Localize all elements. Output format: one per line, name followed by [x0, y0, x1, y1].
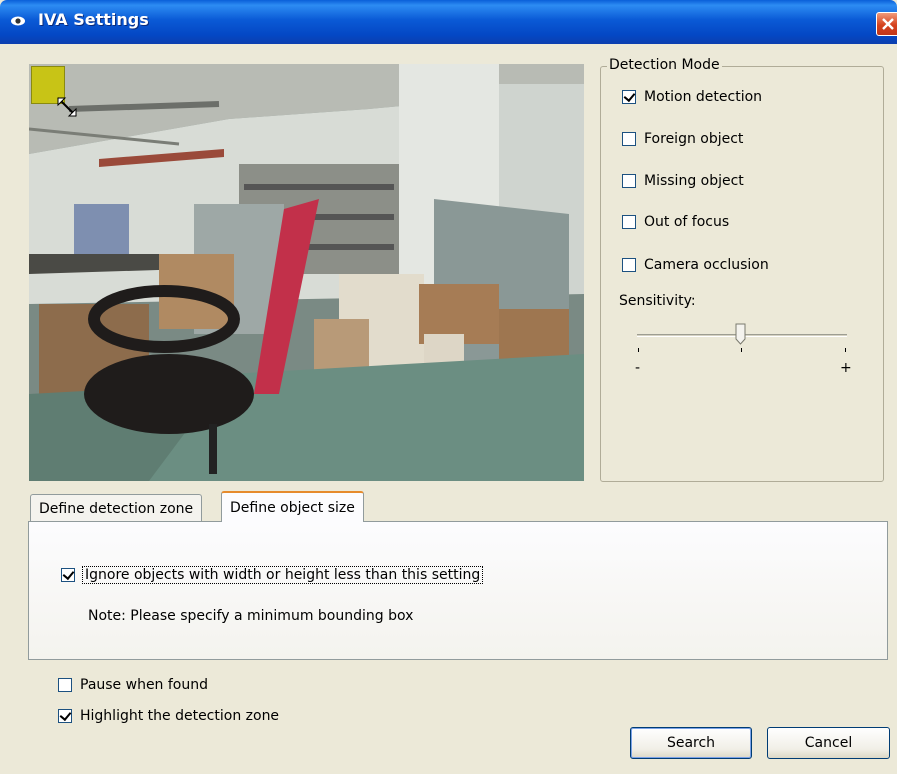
sensitivity-min-label: - — [635, 360, 641, 376]
pause-when-found-option[interactable]: Pause when found — [58, 677, 208, 693]
cancel-button-label: Cancel — [804, 735, 853, 751]
tab-define-object-size-label: Define object size — [230, 499, 355, 516]
pause-when-found-label: Pause when found — [80, 677, 209, 693]
highlight-zone-option[interactable]: Highlight the detection zone — [58, 708, 279, 724]
ignore-objects-checkbox[interactable] — [61, 568, 75, 582]
camera-occlusion-label: Camera occlusion — [644, 257, 769, 273]
pause-when-found-checkbox[interactable] — [58, 678, 72, 692]
bounding-box-note: Note: Please specify a minimum bounding … — [88, 608, 414, 624]
slider-tick-max — [845, 348, 846, 352]
out-of-focus-label: Out of focus — [644, 214, 730, 230]
slider-tick-mid — [741, 348, 742, 352]
close-button[interactable] — [876, 12, 897, 36]
camera-occlusion-checkbox[interactable] — [622, 258, 636, 272]
close-icon — [882, 18, 894, 30]
out-of-focus-checkbox[interactable] — [622, 215, 636, 229]
foreign-object-option[interactable]: Foreign object — [622, 131, 743, 147]
search-button-label: Search — [666, 735, 716, 751]
sensitivity-label: Sensitivity: — [619, 293, 696, 309]
search-button[interactable]: Search — [630, 727, 752, 759]
camera-preview[interactable] — [29, 64, 584, 481]
missing-object-label: Missing object — [644, 173, 744, 189]
cancel-button[interactable]: Cancel — [767, 727, 890, 759]
title-bar[interactable]: IVA Settings — [0, 0, 897, 44]
tab-define-object-size[interactable]: Define object size — [221, 491, 364, 522]
missing-object-checkbox[interactable] — [622, 174, 636, 188]
resize-icon[interactable] — [56, 96, 78, 118]
missing-object-option[interactable]: Missing object — [622, 173, 744, 189]
sensitivity-slider-thumb[interactable] — [735, 323, 746, 345]
highlight-zone-label: Highlight the detection zone — [80, 708, 280, 724]
out-of-focus-option[interactable]: Out of focus — [622, 214, 729, 230]
highlight-zone-checkbox[interactable] — [58, 709, 72, 723]
slider-tick-min — [638, 348, 639, 352]
foreign-object-label: Foreign object — [644, 131, 744, 147]
object-size-panel — [28, 521, 888, 660]
motion-detection-checkbox[interactable] — [622, 90, 636, 104]
foreign-object-checkbox[interactable] — [622, 132, 636, 146]
motion-detection-option[interactable]: Motion detection — [622, 89, 762, 105]
detection-mode-group: Detection Mode — [600, 57, 884, 482]
tab-define-detection-zone-label: Define detection zone — [39, 500, 194, 517]
ignore-objects-label: Ignore objects with width or height less… — [81, 566, 484, 584]
camera-image — [29, 64, 584, 481]
detection-mode-legend: Detection Mode — [607, 57, 722, 73]
motion-detection-label: Motion detection — [644, 89, 763, 105]
camera-occlusion-option[interactable]: Camera occlusion — [622, 257, 769, 273]
tab-define-detection-zone[interactable]: Define detection zone — [30, 494, 203, 522]
eye-icon — [11, 16, 25, 26]
window-title: IVA Settings — [38, 10, 149, 29]
ignore-objects-option[interactable]: Ignore objects with width or height less… — [61, 566, 484, 584]
iva-settings-window: IVA Settings Detection Mode Motion detec… — [0, 0, 897, 774]
sensitivity-max-label: + — [840, 360, 852, 376]
